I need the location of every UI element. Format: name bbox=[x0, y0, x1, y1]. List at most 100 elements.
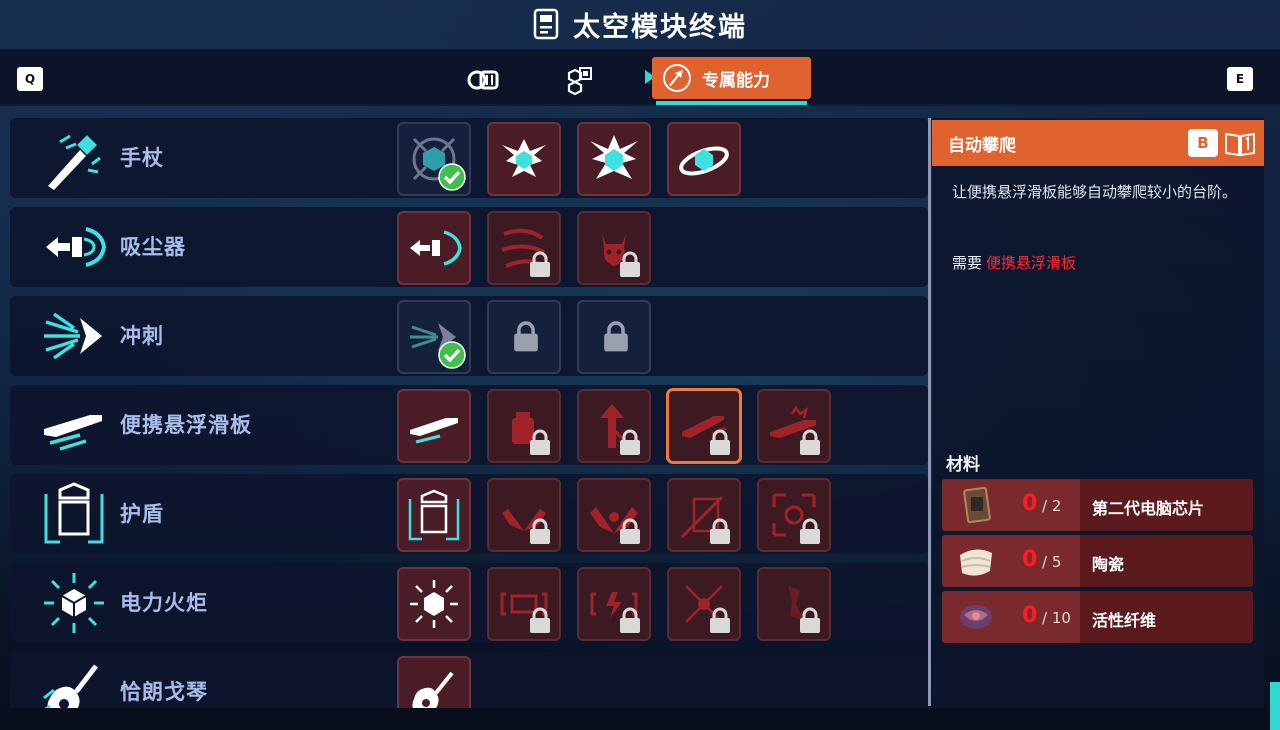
ability-label: 护盾 bbox=[120, 502, 164, 526]
ability-row-wand: 手杖 bbox=[10, 118, 928, 198]
detail-description: 让便携悬浮滑板能够自动攀爬较小的台阶。 bbox=[952, 183, 1238, 201]
lock-icon bbox=[620, 518, 640, 544]
cube-orbit-icon bbox=[679, 146, 729, 176]
list-scrollbar[interactable] bbox=[928, 118, 931, 706]
torch-icon bbox=[410, 580, 458, 628]
upgrade-slot-dash-2[interactable] bbox=[577, 300, 651, 374]
material-need: / 10 bbox=[1042, 609, 1071, 627]
ability-label: 电力火炬 bbox=[120, 591, 208, 615]
bottom-strip bbox=[0, 708, 1280, 730]
requirement-label: 需要 bbox=[952, 254, 983, 272]
shield-icon bbox=[408, 489, 460, 541]
ability-row-hoverboard: 便携悬浮滑板 bbox=[10, 385, 928, 465]
detail-header: 自动攀爬 B bbox=[932, 120, 1264, 166]
lock-icon bbox=[800, 518, 820, 544]
tab-exclusive-ability-label: 专属能力 bbox=[702, 70, 770, 91]
upgrade-slot-shield-3[interactable] bbox=[667, 478, 741, 552]
lock-icon bbox=[710, 518, 730, 544]
upgrade-slot-dash-base[interactable] bbox=[397, 300, 471, 374]
terminal-icon bbox=[533, 8, 559, 40]
hoverboard-icon bbox=[44, 415, 102, 451]
lock-icon bbox=[620, 429, 640, 455]
material-row: 0 / 5 陶瓷 bbox=[942, 535, 1253, 587]
upgrade-slot-torch-base[interactable] bbox=[397, 567, 471, 641]
detail-title: 自动攀爬 bbox=[948, 135, 1016, 156]
upgrade-slot-hoverboard-1[interactable] bbox=[487, 389, 561, 463]
key-e-hint[interactable]: E bbox=[1227, 67, 1253, 91]
materials-title: 材料 bbox=[946, 455, 980, 475]
lock-icon bbox=[620, 607, 640, 633]
lock-icon bbox=[710, 429, 730, 455]
chip-item-icon bbox=[963, 486, 991, 524]
material-row: 0 / 10 活性纤维 bbox=[942, 591, 1253, 643]
ability-row-shield: 护盾 bbox=[10, 474, 928, 554]
tab-exclusive-ability[interactable]: 专属能力 bbox=[652, 57, 811, 99]
hoverboard-icon bbox=[410, 418, 458, 444]
key-b-hint[interactable]: B bbox=[1188, 129, 1218, 157]
cube-burst-icon bbox=[502, 139, 546, 177]
book-icon[interactable] bbox=[1224, 131, 1256, 157]
dash-icon bbox=[44, 312, 102, 360]
upgrade-slot-hoverboard-base[interactable] bbox=[397, 389, 471, 463]
lock-icon bbox=[710, 607, 730, 633]
lock-icon bbox=[604, 321, 628, 352]
upgrade-slot-hoverboard-3[interactable] bbox=[667, 389, 741, 463]
material-row: 0 / 2 第二代电脑芯片 bbox=[942, 479, 1253, 531]
torch-icon bbox=[44, 573, 104, 633]
ceramic-item-icon bbox=[960, 549, 992, 576]
material-need: / 5 bbox=[1042, 553, 1062, 571]
ability-label: 便携悬浮滑板 bbox=[120, 413, 252, 437]
upgrade-slot-wand-3[interactable] bbox=[667, 122, 741, 196]
material-have: 0 bbox=[1022, 491, 1038, 516]
ability-label: 恰朗戈琴 bbox=[120, 680, 208, 704]
vacuum-icon bbox=[46, 227, 107, 267]
upgrade-slot-hoverboard-2[interactable] bbox=[577, 389, 651, 463]
exclusive-ability-icon bbox=[663, 64, 691, 92]
tab-chip-icon[interactable] bbox=[560, 63, 594, 97]
upgrade-slot-vacuum-1[interactable] bbox=[487, 211, 561, 285]
upgrade-slot-vacuum-2[interactable] bbox=[577, 211, 651, 285]
page-title: 太空模块终端 bbox=[573, 11, 747, 43]
upgrade-slot-torch-1[interactable] bbox=[487, 567, 561, 641]
vacuum-icon bbox=[410, 230, 462, 266]
upgrade-slot-torch-3[interactable] bbox=[667, 567, 741, 641]
upgrade-slot-hoverboard-4[interactable] bbox=[757, 389, 831, 463]
tab-modules-icon[interactable] bbox=[467, 63, 501, 97]
upgrade-slot-torch-2[interactable] bbox=[577, 567, 651, 641]
material-need: / 2 bbox=[1042, 497, 1062, 515]
ability-row-charango: 恰朗戈琴 bbox=[10, 652, 928, 708]
detail-panel: 自动攀爬 B 让便携悬浮滑板能够自动攀爬较小的台阶。 需要 便携悬浮滑板 材料 0… bbox=[932, 118, 1264, 708]
material-have: 0 bbox=[1022, 603, 1038, 628]
requirement-item: 便携悬浮滑板 bbox=[986, 254, 1077, 272]
upgrade-slot-shield-4[interactable] bbox=[757, 478, 831, 552]
charango-icon bbox=[412, 671, 454, 708]
ability-row-torch: 电力火炬 bbox=[10, 563, 928, 643]
upgrade-slot-shield-2[interactable] bbox=[577, 478, 651, 552]
upgrade-slot-wand-2[interactable] bbox=[577, 122, 651, 196]
check-icon bbox=[438, 163, 466, 191]
ability-list: 手杖 吸尘器 冲刺 便携悬浮滑板 护盾 电力火炬 恰朗戈琴 bbox=[10, 118, 928, 708]
upgrade-slot-dash-1[interactable] bbox=[487, 300, 561, 374]
lock-icon bbox=[530, 607, 550, 633]
check-icon bbox=[438, 341, 466, 369]
wand-icon bbox=[48, 134, 101, 190]
upgrade-slot-vacuum-base[interactable] bbox=[397, 211, 471, 285]
upgrade-slot-shield-base[interactable] bbox=[397, 478, 471, 552]
upgrade-slot-shield-1[interactable] bbox=[487, 478, 561, 552]
ability-label: 手杖 bbox=[120, 146, 164, 170]
upgrade-slot-charango-base[interactable] bbox=[397, 656, 471, 708]
material-name: 第二代电脑芯片 bbox=[1092, 499, 1205, 518]
shield-icon bbox=[44, 482, 104, 544]
upgrade-slot-wand-1[interactable] bbox=[487, 122, 561, 196]
title-bar: 太空模块终端 bbox=[0, 0, 1280, 48]
key-q-hint[interactable]: Q bbox=[17, 67, 43, 91]
ability-row-dash: 冲刺 bbox=[10, 296, 928, 376]
upgrade-slot-torch-4[interactable] bbox=[757, 567, 831, 641]
material-have: 0 bbox=[1022, 547, 1038, 572]
corner-decoration bbox=[1270, 682, 1280, 730]
tab-active-underline bbox=[656, 101, 807, 105]
detail-requirement: 需要 便携悬浮滑板 bbox=[952, 252, 1076, 273]
upgrade-slot-wand-base[interactable] bbox=[397, 122, 471, 196]
ability-label: 冲刺 bbox=[120, 324, 164, 348]
lock-icon bbox=[530, 518, 550, 544]
